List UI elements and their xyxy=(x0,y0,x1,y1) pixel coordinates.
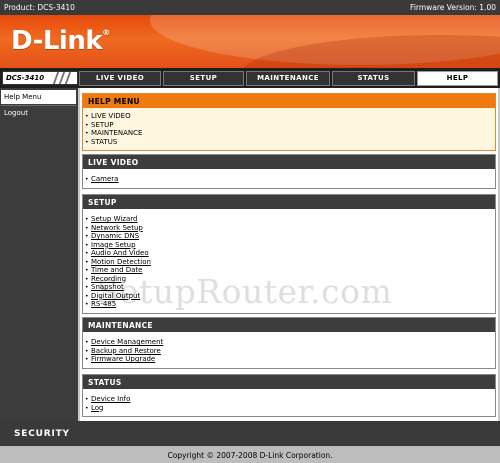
link-device-info[interactable]: Device Info xyxy=(91,395,130,403)
maintenance-panel: MAINTENANCE Device Management Backup and… xyxy=(82,317,496,369)
tab-help[interactable]: HELP xyxy=(417,71,498,86)
link-device-management[interactable]: Device Management xyxy=(91,338,163,346)
header-banner: D-Link® xyxy=(0,15,500,68)
help-menu-item-maintenance: MAINTENANCE xyxy=(85,129,495,138)
link-image-setup[interactable]: Image Setup xyxy=(91,241,136,249)
link-audio-and-video[interactable]: Audio And Video xyxy=(91,249,149,257)
live-video-panel: LIVE VIDEO Camera xyxy=(82,154,496,189)
link-digital-output[interactable]: Digital Output xyxy=(91,292,140,300)
help-menu-item-status: STATUS xyxy=(85,138,495,147)
link-rs-485[interactable]: RS-485 xyxy=(91,300,116,308)
status-title: STATUS xyxy=(83,375,495,389)
help-menu-panel: HELP MENU LIVE VIDEO SETUP MAINTENANCE S… xyxy=(82,93,496,151)
link-backup-and-restore[interactable]: Backup and Restore xyxy=(91,347,161,355)
help-menu-item-setup: SETUP xyxy=(85,121,495,130)
live-video-title: LIVE VIDEO xyxy=(83,155,495,169)
main-navigation: DCS-3410 LIVE VIDEO SETUP MAINTENANCE ST… xyxy=(0,68,500,88)
status-panel: STATUS Device Info Log xyxy=(82,374,496,417)
dlink-logo: D-Link® xyxy=(11,26,110,56)
link-setup-wizard[interactable]: Setup Wizard xyxy=(91,215,137,223)
link-log[interactable]: Log xyxy=(91,404,104,412)
model-badge: DCS-3410 xyxy=(2,71,78,85)
security-bar: SECURITY xyxy=(0,421,500,446)
tab-status[interactable]: STATUS xyxy=(332,71,415,86)
link-network-setup[interactable]: Network Setup xyxy=(91,224,143,232)
help-menu-item-live-video: LIVE VIDEO xyxy=(85,112,495,121)
copyright-footer: Copyright © 2007-2008 D-Link Corporation… xyxy=(0,446,500,463)
setup-panel: SETUP Setup Wizard Network Setup Dynamic… xyxy=(82,194,496,314)
tab-maintenance[interactable]: MAINTENANCE xyxy=(246,71,330,86)
tab-setup[interactable]: SETUP xyxy=(163,71,244,86)
sidebar: Help Menu Logout xyxy=(0,88,78,421)
link-dynamic-dns[interactable]: Dynamic DNS xyxy=(91,232,139,240)
help-menu-title: HELP MENU xyxy=(83,94,495,108)
link-camera[interactable]: Camera xyxy=(91,175,118,183)
product-label: Product: DCS-3410 xyxy=(4,3,75,12)
tab-live-video[interactable]: LIVE VIDEO xyxy=(79,71,161,86)
firmware-version-label: Firmware Version: 1.00 xyxy=(410,3,496,12)
link-time-and-date[interactable]: Time and Date xyxy=(91,266,142,274)
link-snapshot[interactable]: Snapshot xyxy=(91,283,124,291)
main-content: HELP MENU LIVE VIDEO SETUP MAINTENANCE S… xyxy=(80,88,498,421)
link-firmware-upgrade[interactable]: Firmware Upgrade xyxy=(91,355,155,363)
maintenance-title: MAINTENANCE xyxy=(83,318,495,332)
sidebar-item-logout[interactable]: Logout xyxy=(1,105,76,119)
link-recording[interactable]: Recording xyxy=(91,275,126,283)
top-info-bar: Product: DCS-3410 Firmware Version: 1.00 xyxy=(0,0,500,15)
link-motion-detection[interactable]: Motion Detection xyxy=(91,258,151,266)
security-label: SECURITY xyxy=(14,429,70,439)
model-label: DCS-3410 xyxy=(6,74,45,82)
sidebar-item-help-menu[interactable]: Help Menu xyxy=(1,90,76,104)
setup-title: SETUP xyxy=(83,195,495,209)
